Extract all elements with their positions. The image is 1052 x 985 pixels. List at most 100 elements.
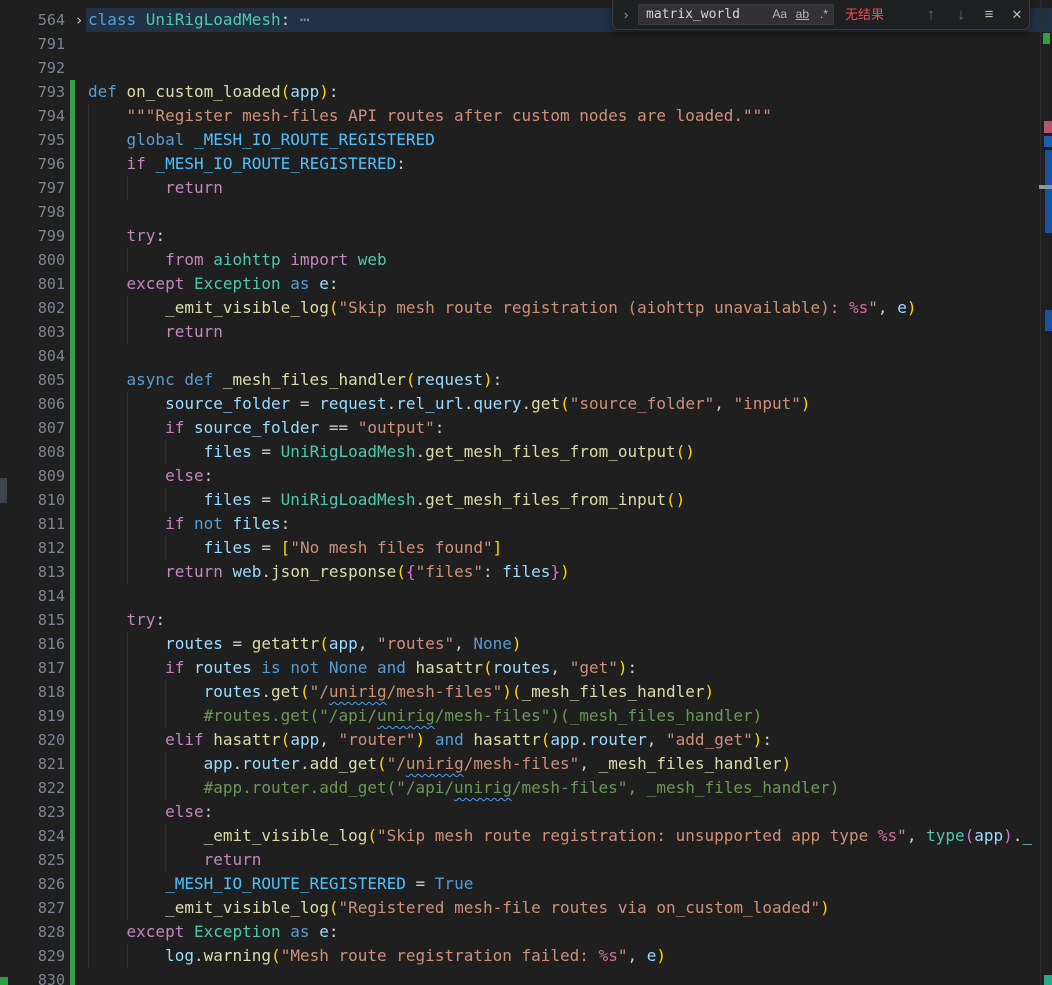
code-text: from aiohttp import web [88, 248, 387, 272]
code-line: 830 [0, 968, 1052, 985]
code-text: log.warning("Mesh route registration fai… [88, 944, 666, 968]
search-input[interactable]: matrix_world Aa ab .* [638, 4, 834, 25]
line-number: 820 [0, 728, 65, 752]
code-text: routes.get("/unirig/mesh-files")(_mesh_f… [88, 680, 714, 704]
code-line: 815 try: [0, 608, 1052, 632]
line-number: 811 [0, 512, 65, 536]
indent-guide [88, 200, 89, 224]
info-mark [1045, 150, 1052, 233]
code-line: 808 files = UniRigLoadMesh.get_mesh_file… [0, 440, 1052, 464]
line-number: 793 [0, 80, 65, 104]
code-text: _emit_visible_log("Registered mesh-file … [88, 896, 830, 920]
code-text: try: [88, 224, 165, 248]
line-number: 821 [0, 752, 65, 776]
line-number: 823 [0, 800, 65, 824]
code-line: 800 from aiohttp import web [0, 248, 1052, 272]
close-icon[interactable]: ✕ [1005, 0, 1029, 29]
line-number: 817 [0, 656, 65, 680]
code-line: 804 [0, 344, 1052, 368]
code-text: elif hasattr(app, "router") and hasattr(… [88, 728, 772, 752]
git-added-mark [1043, 33, 1050, 44]
code-line: 825 return [0, 848, 1052, 872]
info-mark [1044, 136, 1052, 147]
code-line: 826 _MESH_IO_ROUTE_REGISTERED = True [0, 872, 1052, 896]
code-text: _MESH_IO_ROUTE_REGISTERED = True [88, 872, 473, 896]
line-number: 813 [0, 560, 65, 584]
code-line: 795 global _MESH_IO_ROUTE_REGISTERED [0, 128, 1052, 152]
code-text: return [88, 848, 261, 872]
code-line: 811 if not files: [0, 512, 1052, 536]
line-number: 824 [0, 824, 65, 848]
code-text: files = UniRigLoadMesh.get_mesh_files_fr… [88, 488, 685, 512]
code-text: class UniRigLoadMesh: ⋯ [88, 8, 310, 32]
find-results-label: 无结果 [845, 0, 884, 29]
info-mark [1045, 310, 1052, 331]
code-text: #routes.get("/api/unirig/mesh-files")(_m… [88, 704, 762, 728]
code-text: return [88, 320, 223, 344]
regex-toggle[interactable]: .* [820, 5, 828, 24]
code-text: files = ["No mesh files found"] [88, 536, 502, 560]
code-line: 793 def on_custom_loaded(app): [0, 80, 1052, 104]
whole-word-toggle[interactable]: ab [796, 5, 809, 24]
code-line: 812 files = ["No mesh files found"] [0, 536, 1052, 560]
indent-guide [88, 344, 89, 368]
overview-ruler-border [1040, 0, 1041, 985]
code-line: 819 #routes.get("/api/unirig/mesh-files"… [0, 704, 1052, 728]
find-in-selection-button[interactable]: ≡ [977, 0, 1001, 29]
code-text: files = UniRigLoadMesh.get_mesh_files_fr… [88, 440, 695, 464]
code-line: 791 [0, 32, 1052, 56]
code-line: 805 async def _mesh_files_handler(reques… [0, 368, 1052, 392]
line-number: 803 [0, 320, 65, 344]
code-editor: 563 › 564class UniRigLoadMesh: ⋯79179279… [0, 0, 1052, 985]
code-line: 794 """Register mesh-files API routes af… [0, 104, 1052, 128]
line-number: 791 [0, 32, 65, 56]
code-line: 823 else: [0, 800, 1052, 824]
line-number: 794 [0, 104, 65, 128]
line-number: 818 [0, 680, 65, 704]
code-text: source_folder = request.rel_url.query.ge… [88, 392, 811, 416]
code-line: 809 else: [0, 464, 1052, 488]
line-number: 806 [0, 392, 65, 416]
code-text: def on_custom_loaded(app): [88, 80, 338, 104]
git-added-mark [0, 977, 8, 985]
line-number: 800 [0, 248, 65, 272]
left-scrollbar-slider[interactable] [0, 478, 7, 503]
code-text: if source_folder == "output": [88, 416, 444, 440]
line-number: 797 [0, 176, 65, 200]
toggle-replace-chevron-icon[interactable]: › [617, 0, 635, 29]
line-number: 563 [0, 0, 65, 7]
code-text: except Exception as e: [88, 272, 338, 296]
line-number: 830 [0, 968, 65, 985]
code-line: 799 try: [0, 224, 1052, 248]
code-line: 810 files = UniRigLoadMesh.get_mesh_file… [0, 488, 1052, 512]
code-line: 796 if _MESH_IO_ROUTE_REGISTERED: [0, 152, 1052, 176]
code-text: routes = getattr(app, "routes", None) [88, 632, 522, 656]
code-text: """Register mesh-files API routes after … [88, 104, 772, 128]
line-number: 792 [0, 56, 65, 80]
code-line: 807 if source_folder == "output": [0, 416, 1052, 440]
line-number: 814 [0, 584, 65, 608]
line-number: 829 [0, 944, 65, 968]
line-number: 799 [0, 224, 65, 248]
previous-match-button[interactable]: ↑ [919, 0, 943, 29]
code-line: 822 #app.router.add_get("/api/unirig/mes… [0, 776, 1052, 800]
code-text: if routes is not None and hasattr(routes… [88, 656, 637, 680]
code-line: 829 log.warning("Mesh route registration… [0, 944, 1052, 968]
next-match-button[interactable]: ↓ [949, 0, 973, 29]
line-number: 810 [0, 488, 65, 512]
code-line: 821 app.router.add_get("/unirig/mesh-fil… [0, 752, 1052, 776]
find-widget: › matrix_world Aa ab .* 无结果 ↑ ↓ ≡ ✕ [612, 0, 1030, 30]
code-text: if not files: [88, 512, 290, 536]
line-number: 802 [0, 296, 65, 320]
cursor-position-mark [1039, 185, 1052, 189]
code-text: _emit_visible_log("Skip mesh route regis… [88, 824, 1032, 848]
code-line: 802 _emit_visible_log("Skip mesh route r… [0, 296, 1052, 320]
code-line: 828 except Exception as e: [0, 920, 1052, 944]
line-number: 804 [0, 344, 65, 368]
line-number: 828 [0, 920, 65, 944]
line-number: 795 [0, 128, 65, 152]
code-text: #app.router.add_get("/api/unirig/mesh-fi… [88, 776, 839, 800]
code-line: 792 [0, 56, 1052, 80]
line-number: 827 [0, 896, 65, 920]
match-case-toggle[interactable]: Aa [772, 5, 787, 24]
